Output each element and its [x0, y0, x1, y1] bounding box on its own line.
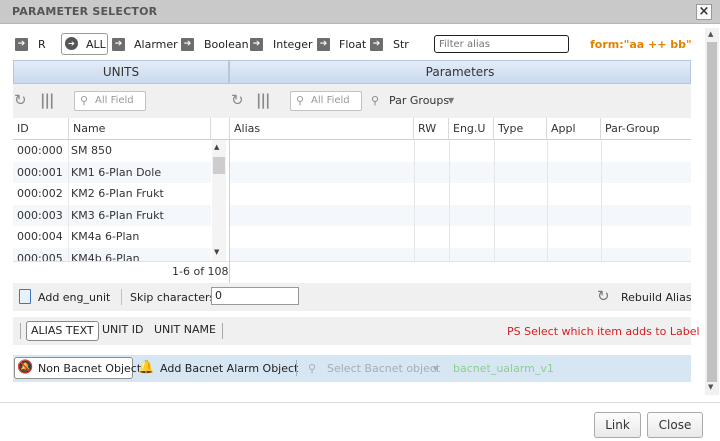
arrow-right-icon[interactable]: ➔: [370, 38, 383, 51]
filter-alias-input[interactable]: [434, 35, 569, 53]
table-row[interactable]: 000:003 KM3 6-Plan Frukt: [13, 204, 211, 226]
rebuild-alias-button[interactable]: Rebuild Alias: [621, 291, 692, 304]
divider: [229, 261, 230, 283]
parameters-search-input[interactable]: ⚲ All Field: [290, 91, 362, 111]
scrollbar-thumb[interactable]: [707, 42, 717, 382]
scroll-up-icon[interactable]: ▲: [214, 143, 219, 151]
table-row[interactable]: 000:000 SM 850: [13, 140, 211, 162]
search-icon: ⚲: [371, 94, 380, 107]
filter-boolean[interactable]: Boolean: [204, 38, 249, 51]
arrow-right-icon[interactable]: ➔: [317, 38, 330, 51]
columns-icon[interactable]: |||: [256, 91, 270, 109]
units-scrollbar[interactable]: ▲ ▼: [212, 140, 226, 261]
filter-alarmer[interactable]: Alarmer: [134, 38, 178, 51]
divider: [296, 360, 297, 376]
column-divider: [414, 140, 415, 261]
column-divider: [601, 140, 602, 261]
parameters-grid: [229, 140, 691, 261]
alias-hint: PS Select which item adds to Label: [507, 325, 700, 338]
add-bacnet-alarm-button[interactable]: Add Bacnet Alarm Object: [160, 362, 298, 375]
divider: [121, 289, 122, 305]
filter-str[interactable]: Str: [393, 38, 409, 51]
link-button[interactable]: Link: [594, 412, 641, 438]
scroll-down-icon[interactable]: ▼: [708, 383, 713, 391]
divider: [20, 323, 21, 339]
col-engu[interactable]: Eng.U: [448, 118, 493, 140]
units-header: UNITS: [13, 60, 229, 84]
units-column-header: ID Name: [13, 118, 229, 140]
search-icon: ⚲: [296, 94, 305, 107]
footer-divider: [0, 402, 720, 403]
column-divider: [449, 140, 450, 261]
scrollbar-thumb[interactable]: [213, 157, 225, 174]
form-hint: form:"aa ++ bb": [590, 38, 692, 51]
col-id[interactable]: ID: [13, 118, 68, 140]
eng-unit-bar: [13, 283, 691, 311]
col-type[interactable]: Type: [493, 118, 546, 140]
parameters-column-header: Alias RW Eng.U Type Appl Par-Group: [229, 118, 691, 140]
grid-footer: [13, 261, 691, 283]
skip-characters-input[interactable]: 0: [211, 287, 299, 305]
units-search-input[interactable]: ⚲ All Field: [74, 91, 146, 111]
window-title: PARAMETER SELECTOR: [12, 5, 158, 18]
arrow-right-icon[interactable]: ➔: [250, 38, 263, 51]
scroll-down-icon[interactable]: ▼: [214, 248, 219, 256]
non-bacnet-label[interactable]: Non Bacnet Object: [38, 362, 141, 375]
col-par-group[interactable]: Par-Group: [600, 118, 691, 140]
table-row[interactable]: 000:005 KM4b 6-Plan: [13, 247, 211, 261]
filter-r[interactable]: R: [38, 38, 46, 51]
par-groups-dropdown[interactable]: Par Groups: [389, 94, 449, 107]
arrow-right-icon[interactable]: ➔: [15, 38, 28, 51]
search-icon: ⚲: [308, 362, 317, 375]
column-divider: [547, 140, 548, 261]
filter-all[interactable]: ALL: [86, 38, 106, 51]
units-grid: 000:000 SM 850 000:001 KM1 6-Plan Dole 000…: [13, 140, 229, 261]
table-row: [230, 161, 691, 183]
arrow-circle-icon: ➔: [65, 37, 78, 50]
scroll-up-icon[interactable]: ▲: [708, 30, 713, 38]
add-eng-unit-label[interactable]: Add eng_unit: [38, 291, 110, 304]
column-divider: [494, 140, 495, 261]
col-rw[interactable]: RW: [413, 118, 448, 140]
tab-unit-name[interactable]: UNIT NAME: [150, 321, 220, 341]
parameters-header: Parameters: [229, 60, 691, 84]
divider: [222, 323, 223, 339]
filter-float[interactable]: Float: [339, 38, 366, 51]
close-button[interactable]: Close: [647, 412, 703, 438]
column-divider: [68, 140, 69, 261]
refresh-icon[interactable]: ↻: [597, 287, 610, 305]
units-pager: 1-6 of 108: [172, 265, 229, 278]
col-appl[interactable]: Appl: [546, 118, 600, 140]
col-alias[interactable]: Alias: [229, 118, 413, 140]
document-icon[interactable]: [19, 289, 31, 304]
select-bacnet-object-dropdown[interactable]: Select Bacnet object: [327, 362, 440, 375]
col-name[interactable]: Name: [68, 118, 210, 140]
table-row[interactable]: 000:004 KM4a 6-Plan: [13, 226, 211, 248]
bell-slash-icon: 🔕: [17, 360, 34, 375]
arrow-right-icon[interactable]: ➔: [112, 38, 125, 51]
table-row[interactable]: 000:001 KM1 6-Plan Dole: [13, 161, 211, 183]
dialog-scrollbar[interactable]: ▲ ▼: [705, 28, 719, 395]
tab-unit-id[interactable]: UNIT ID: [98, 321, 147, 341]
chevron-down-icon[interactable]: ▼: [433, 365, 438, 373]
filter-integer[interactable]: Integer: [273, 38, 313, 51]
table-row: [230, 247, 691, 261]
tab-alias-text[interactable]: ALIAS TEXT: [26, 321, 99, 341]
skip-characters-label: Skip characters: [130, 291, 216, 304]
refresh-icon[interactable]: ↻: [231, 91, 244, 109]
table-row: [230, 204, 691, 226]
chevron-down-icon[interactable]: ▼: [448, 96, 454, 105]
arrow-right-icon[interactable]: ➔: [181, 38, 194, 51]
search-icon: ⚲: [80, 94, 89, 107]
columns-icon[interactable]: |||: [40, 91, 54, 109]
col-blank: [210, 118, 229, 140]
close-icon[interactable]: ×: [696, 4, 712, 20]
table-row[interactable]: 000:002 KM2 6-Plan Frukt: [13, 183, 211, 205]
refresh-icon[interactable]: ↻: [14, 91, 27, 109]
bell-icon[interactable]: 🔔: [138, 360, 154, 375]
bacnet-object-name: bacnet_ualarm_v1: [453, 362, 554, 375]
